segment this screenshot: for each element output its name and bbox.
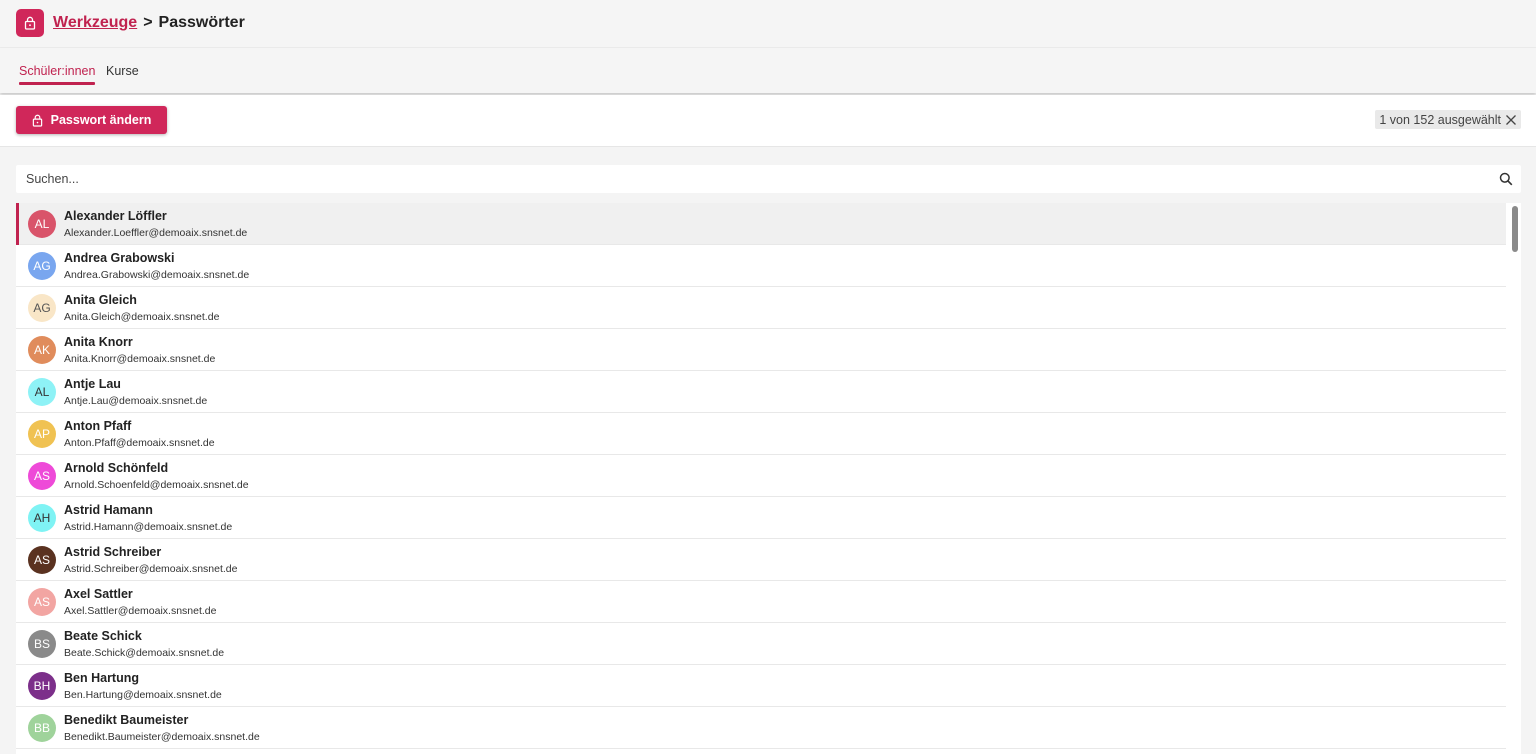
user-name: Benedikt Baumeister [64,713,189,727]
close-icon[interactable] [1505,114,1517,126]
user-email: Antje.Lau@demoaix.snsnet.de [64,395,208,407]
user-email: Anita.Knorr@demoaix.snsnet.de [64,353,216,365]
list-item[interactable]: BB Benedikt Baumeister Benedikt.Baumeister… [16,707,1506,749]
change-password-button[interactable]: Passwort ändern [16,106,167,134]
list-item[interactable]: AL Alexander Löffler Alexander.Loeffler@de… [16,203,1506,245]
avatar: AK [28,336,56,364]
user-name: Antje Lau [64,377,121,391]
list-item[interactable]: AS Arnold Schönfeld Arnold.Schoenfeld@demo… [16,455,1506,497]
user-email: Beate.Schick@demoaix.snsnet.de [64,647,225,659]
lock-icon [32,114,43,127]
avatar: AG [28,252,56,280]
user-name: Alexander Löffler [64,209,167,223]
user-name: Andrea Grabowski [64,251,175,265]
avatar: AG [28,294,56,322]
list-item[interactable]: AG Anita Gleich Anita.Gleich@demoaix.snsne… [16,287,1506,329]
avatar: BH [28,672,56,700]
user-email: Arnold.Schoenfeld@demoaix.snsnet.de [64,479,249,491]
user-list: AL Alexander Löffler Alexander.Loeffler@de… [16,203,1521,754]
user-name: Beate Schick [64,629,142,643]
user-email: Anton.Pfaff@demoaix.snsnet.de [64,437,215,449]
user-name: Anton Pfaff [64,419,132,433]
avatar: AL [28,210,56,238]
user-name: Ben Hartung [64,671,139,685]
search-icon[interactable] [1499,172,1513,186]
user-email: Axel.Sattler@demoaix.snsnet.de [64,605,217,617]
breadcrumb-separator: > [143,14,153,31]
breadcrumb-link-werkzeuge[interactable]: Werkzeuge [53,14,137,32]
user-email: Astrid.Schreiber@demoaix.snsnet.de [64,563,238,575]
avatar: AS [28,462,56,490]
search-bar [16,165,1521,193]
change-password-label: Passwort ändern [50,113,152,127]
list-scrollbar[interactable] [1512,206,1518,252]
avatar: BB [28,714,56,742]
list-item[interactable]: AK Anita Knorr Anita.Knorr@demoaix.snsnet.… [16,329,1506,371]
tab-bar: Schüler:innen Kurse [0,48,1536,93]
breadcrumb: Werkzeuge > Passwörter [53,14,245,32]
tab-schueler-innen[interactable]: Schüler:innen [19,64,96,85]
list-item[interactable]: AS Astrid Schreiber Astrid.Schreiber@demoa… [16,539,1506,581]
user-name: Anita Knorr [64,335,133,349]
avatar: AP [28,420,56,448]
list-item[interactable]: BH Ben Hartung Ben.Hartung@demoaix.snsnet.… [16,665,1506,707]
avatar: AL [28,378,56,406]
tab-kurse[interactable]: Kurse [106,64,139,78]
user-email: Anita.Gleich@demoaix.snsnet.de [64,311,220,323]
list-item[interactable]: AP Anton Pfaff Anton.Pfaff@demoaix.snsnet.… [16,413,1506,455]
toolbar: Passwort ändern 1 von 152 ausgewählt [0,95,1536,147]
user-name: Axel Sattler [64,587,133,601]
avatar: BS [28,630,56,658]
list-item[interactable]: AG Andrea Grabowski Andrea.Grabowski@demoa… [16,245,1506,287]
user-email: Andrea.Grabowski@demoaix.snsnet.de [64,269,250,281]
lock-icon [16,9,44,37]
user-name: Arnold Schönfeld [64,461,169,475]
avatar: AH [28,504,56,532]
search-input[interactable] [16,165,1486,193]
selection-count-chip: 1 von 152 ausgewählt [1375,110,1521,129]
list-item[interactable]: AL Antje Lau Antje.Lau@demoaix.snsnet.de [16,371,1506,413]
user-email: Benedikt.Baumeister@demoaix.snsnet.de [64,731,260,743]
user-email: Ben.Hartung@demoaix.snsnet.de [64,689,222,701]
list-item[interactable]: BS Beate Schick Beate.Schick@demoaix.snsne… [16,623,1506,665]
top-bar: Werkzeuge > Passwörter [0,0,1536,48]
list-item[interactable]: AH Astrid Hamann Astrid.Hamann@demoaix.sns… [16,497,1506,539]
user-name: Astrid Hamann [64,503,153,517]
user-name: Astrid Schreiber [64,545,162,559]
user-name: Anita Gleich [64,293,137,307]
page-title: Passwörter [158,14,245,31]
user-email: Alexander.Loeffler@demoaix.snsnet.de [64,227,248,239]
user-email: Astrid.Hamann@demoaix.snsnet.de [64,521,233,533]
avatar: AS [28,588,56,616]
list-item[interactable]: AS Axel Sattler Axel.Sattler@demoaix.snsne… [16,581,1506,623]
selection-count-text: 1 von 152 ausgewählt [1379,112,1501,127]
avatar: AS [28,546,56,574]
